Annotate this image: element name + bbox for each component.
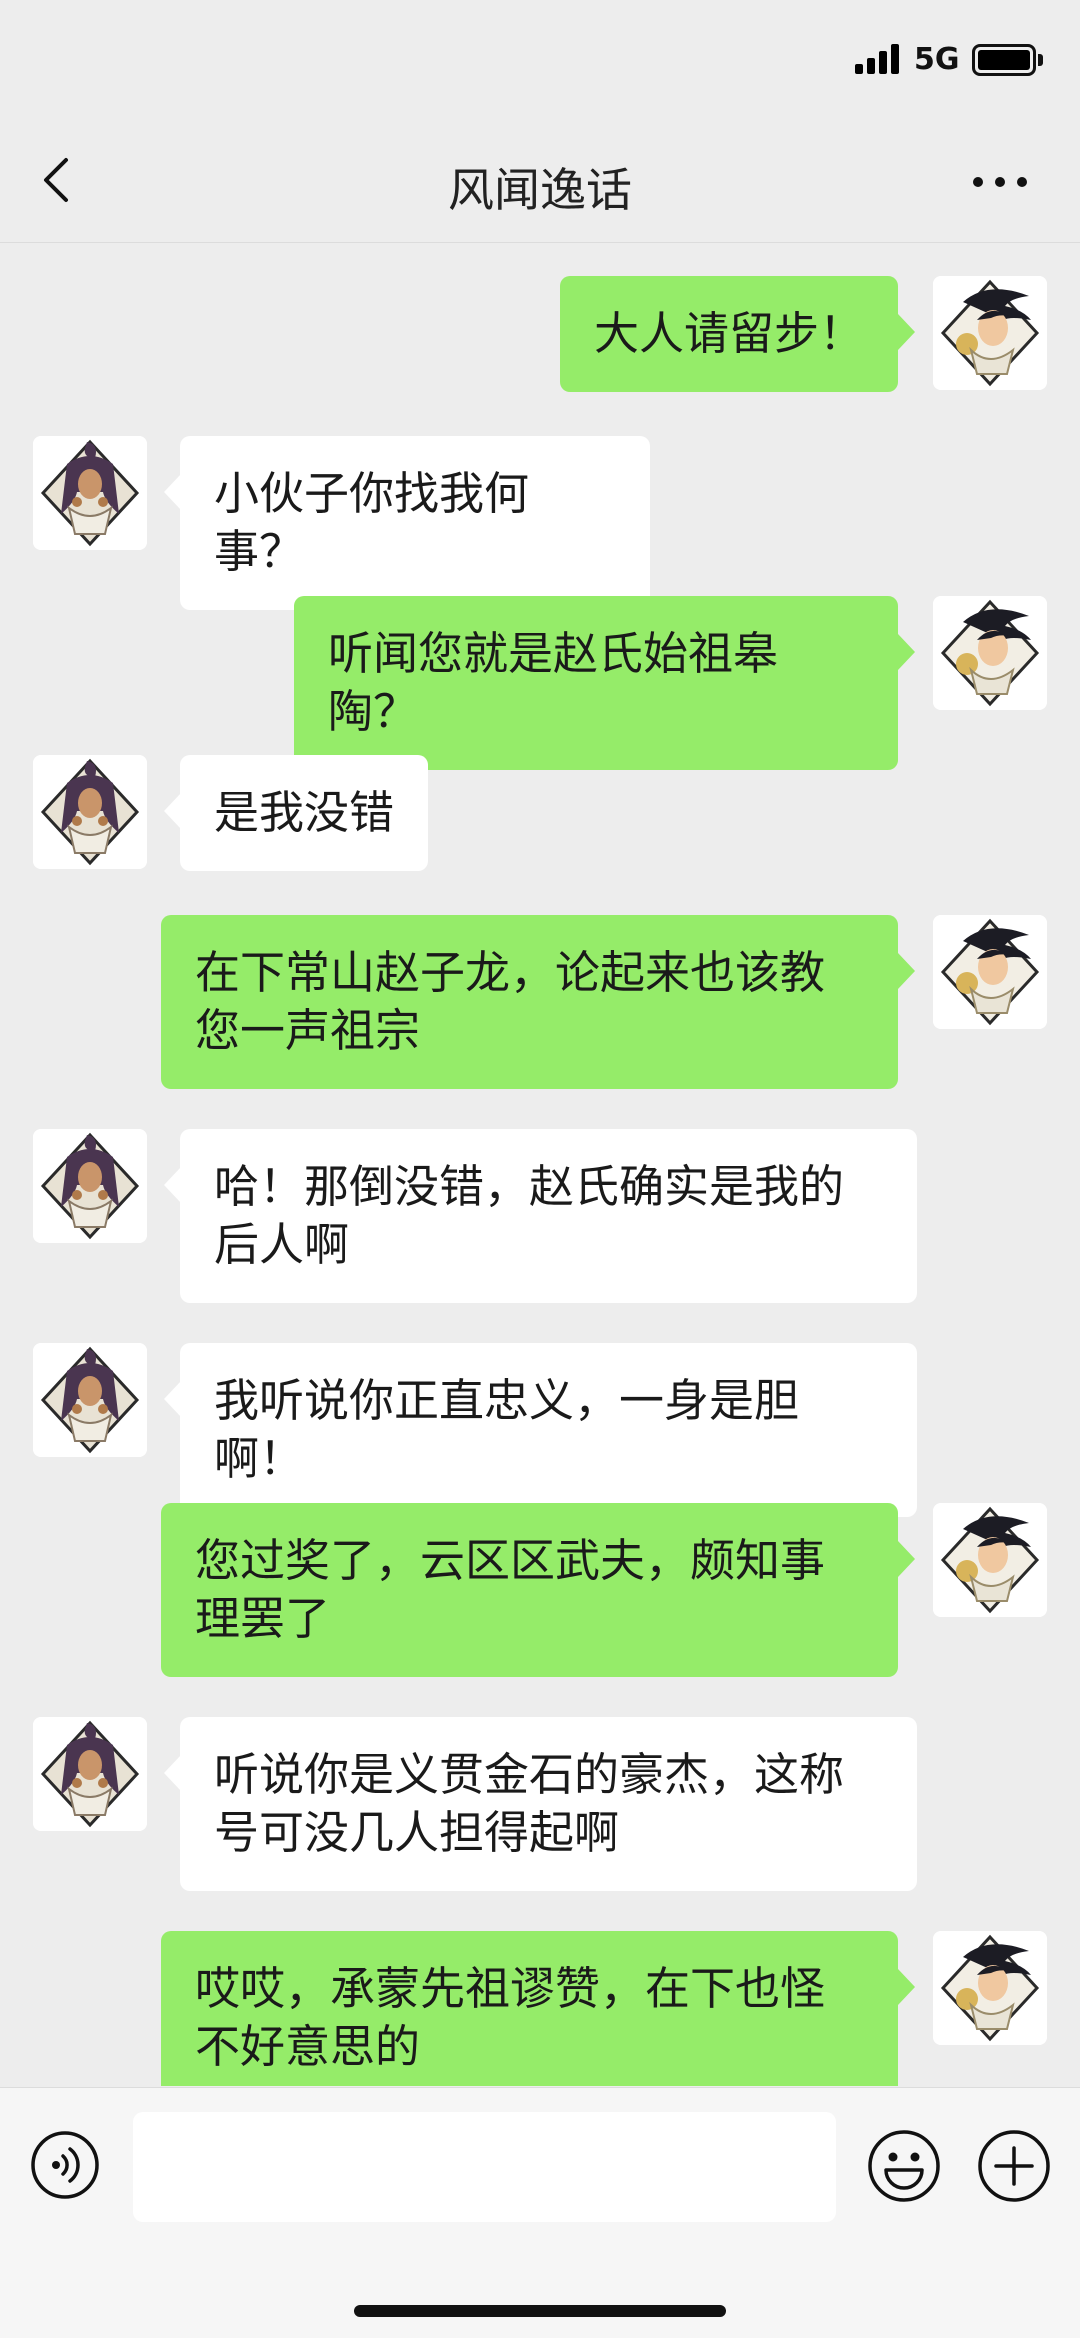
signal-strength-icon (855, 44, 901, 74)
bubble-tail (164, 1167, 181, 1203)
more-dots-icon (973, 177, 1027, 187)
voice-input-button[interactable] (30, 2130, 100, 2200)
chat-header: 风闻逸话 (0, 120, 1080, 243)
bubble-tail (164, 1755, 181, 1791)
message-bubble[interactable]: 哈！那倒没错，赵氏确实是我的后人啊 (180, 1129, 917, 1303)
status-bar: 5G (0, 0, 1080, 120)
battery-tip (1038, 54, 1043, 66)
home-indicator (354, 2305, 726, 2317)
network-type-label: 5G (914, 42, 960, 77)
bubble-tail (898, 1541, 915, 1577)
my-avatar[interactable] (933, 276, 1047, 390)
contact-avatar[interactable] (33, 1343, 147, 1457)
chat-title: 风闻逸话 (448, 163, 632, 217)
more-button[interactable] (960, 160, 1040, 204)
bubble-tail (898, 314, 915, 350)
message-bubble[interactable]: 大人请留步！ (560, 276, 898, 392)
message-bubble[interactable]: 听闻您就是赵氏始祖皋陶？ (294, 596, 898, 770)
bubble-tail (164, 1381, 181, 1417)
message-bubble[interactable]: 小伙子你找我何事？ (180, 436, 650, 610)
my-avatar[interactable] (933, 1503, 1047, 1617)
my-avatar[interactable] (933, 915, 1047, 1029)
message-bubble[interactable]: 您过奖了，云区区武夫，颇知事理罢了 (161, 1503, 898, 1677)
message-bubble[interactable]: 是我没错 (180, 755, 428, 871)
message-bubble[interactable]: 我听说你正直忠义，一身是胆啊！ (180, 1343, 917, 1517)
bubble-tail (898, 634, 915, 670)
message-input[interactable] (133, 2112, 836, 2222)
contact-avatar[interactable] (33, 436, 147, 550)
smiley-icon (868, 2130, 940, 2202)
my-avatar[interactable] (933, 1931, 1047, 2045)
emoji-button[interactable] (866, 2128, 942, 2204)
contact-avatar[interactable] (33, 1129, 147, 1243)
voice-icon (31, 2131, 99, 2199)
plus-icon (978, 2130, 1050, 2202)
my-avatar[interactable] (933, 596, 1047, 710)
contact-avatar[interactable] (33, 1717, 147, 1831)
bubble-tail (898, 953, 915, 989)
more-actions-button[interactable] (976, 2128, 1052, 2204)
bubble-tail (164, 793, 181, 829)
message-bubble[interactable]: 在下常山赵子龙，论起来也该教您一声祖宗 (161, 915, 898, 1089)
contact-avatar[interactable] (33, 755, 147, 869)
input-bar (0, 2087, 1080, 2338)
bubble-tail (164, 474, 181, 510)
bubble-tail (898, 1969, 915, 2005)
battery-icon (972, 44, 1036, 76)
chat-message-list[interactable]: 大人请留步！ 小伙子你找我何事？ 听闻您就是赵氏始祖皋陶？ 是我没错 在下常山赵… (0, 243, 1080, 2086)
message-bubble[interactable]: 听说你是义贯金石的豪杰，这称号可没几人担得起啊 (180, 1717, 917, 1891)
message-bubble[interactable]: 哎哎，承蒙先祖谬赞，在下也怪不好意思的 (161, 1931, 898, 2086)
